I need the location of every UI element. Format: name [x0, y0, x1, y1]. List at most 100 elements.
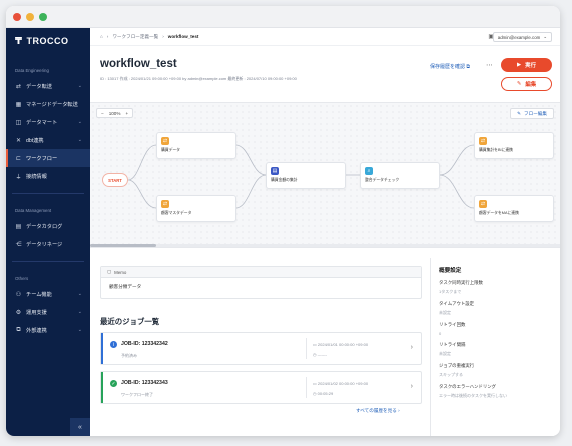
setting-item: タスクのエラーハンドリング エラー時は後続のタスクを実行しない: [439, 384, 560, 399]
sidebar-item-datamart[interactable]: ◫ データマート ⌄: [6, 113, 90, 131]
more-options-icon[interactable]: ⋯: [486, 61, 493, 69]
sidebar-item-dbt[interactable]: ✕ dbt連携 ⌄: [6, 131, 90, 149]
chevron-down-icon: ⌄: [77, 137, 82, 143]
flow-edit-button[interactable]: ✎ フロー編集: [510, 108, 554, 119]
sidebar-item-team[interactable]: ⚇ チーム機能 ⌄: [6, 285, 90, 303]
run-button[interactable]: ▶ 実行: [501, 58, 552, 72]
canvas-scrollbar[interactable]: [90, 244, 560, 247]
transfer-task-icon: ⇄: [479, 200, 487, 208]
sidebar-item-data-lineage[interactable]: ⋲ データリネージ: [6, 235, 90, 253]
job-id: JOB-ID: 123342343: [121, 380, 168, 386]
flow-node-label: 整合データチェック: [365, 178, 400, 182]
setting-value: 未設定: [439, 351, 451, 356]
chevron-down-icon: ⌄: [77, 83, 82, 89]
zoom-in-icon[interactable]: +: [125, 111, 128, 116]
setting-item: タイムアウト設定 未設定: [439, 301, 560, 316]
flow-node[interactable]: ⇄ 顧客データをMAに連携: [474, 195, 554, 222]
start-node[interactable]: START: [102, 173, 128, 187]
sidebar-item-label: チーム機能: [26, 291, 52, 298]
info-icon: i: [110, 341, 117, 348]
memo-header: ▢ Memo: [101, 267, 421, 278]
flow-node[interactable]: ⌕ 整合データチェック: [360, 162, 440, 189]
sidebar-item-label: 外部連携: [26, 327, 47, 334]
flow-node[interactable]: ⇄ 顧客マスタデータ: [156, 195, 236, 222]
job-status: ワークフロー終了: [121, 392, 153, 397]
chevron-right-icon[interactable]: ›: [411, 383, 413, 390]
sidebar-item-label: データリネージ: [26, 241, 63, 248]
job-duration-value: 00:05:29: [317, 391, 334, 396]
setting-value: 1タスクまで: [439, 289, 462, 294]
sidebar-item-data-transfer[interactable]: ⇄ データ転送 ⌄: [6, 77, 90, 95]
breadcrumb-current: workflow_test: [167, 34, 199, 39]
setting-label: ジョブの重複実行: [439, 363, 475, 368]
flow-node[interactable]: ⇄ 購買集計をBIに連携: [474, 132, 554, 159]
sidebar-item-label: ワークフロー: [26, 155, 58, 162]
zoom-control[interactable]: − 100% +: [96, 108, 134, 118]
job-card[interactable]: i JOB-ID: 123342342 予約済み ▭ 2024/01/01 00…: [100, 332, 422, 365]
memo-title: Memo: [114, 269, 127, 275]
flow-node[interactable]: ▤ 購買金額の集計: [266, 162, 346, 189]
job-start-time: ▭ 2024/01/01 00:00:00 +09:00: [313, 342, 368, 347]
main-content: ⌂ › ワークフロー定義一覧 › workflow_test ▣ admin@e…: [90, 28, 560, 436]
memo-icon: ▢: [107, 269, 112, 274]
edit-button[interactable]: ✎ 編集: [501, 77, 552, 91]
app-window: ₸ TROCCO Data Engineering ⇄ データ転送 ⌄ ▦ マネージド…: [6, 6, 560, 436]
setting-item: リトライ間隔 未設定: [439, 342, 560, 357]
recent-jobs-title: 最近のジョブ一覧: [100, 317, 160, 326]
transfer-icon: ⇄: [15, 83, 22, 90]
check-task-icon: ⌕: [365, 167, 373, 175]
home-icon[interactable]: ⌂: [100, 34, 103, 39]
ops-icon: ⚙: [15, 309, 22, 316]
app-logo[interactable]: ₸ TROCCO: [6, 28, 90, 54]
version-history-link[interactable]: 保存履歴を確認 ⧉: [430, 63, 470, 70]
chevron-down-icon: ⌄: [77, 309, 82, 315]
flow-node[interactable]: ⇄ 購買データ: [156, 132, 236, 159]
flow-node-label: 購買集計をBIに連携: [479, 148, 513, 152]
external-icon: ⧉: [16, 326, 21, 333]
job-status-stripe: [101, 333, 103, 364]
sidebar-item-ops[interactable]: ⚙ 運用支援 ⌄: [6, 303, 90, 321]
job-status: 予約済み: [121, 353, 137, 358]
pencil-icon: ✎: [517, 110, 522, 116]
version-history-label: 保存履歴を確認: [430, 64, 466, 70]
setting-value: スキップする: [439, 372, 463, 377]
settings-panel: 概要設定 タスク同時実行上限数 1タスクまで タイムアウト設定 未設定 リトライ回数…: [430, 258, 560, 436]
flow-node-label: 顧客データをMAに連携: [479, 211, 519, 215]
breadcrumb: ⌂ › ワークフロー定義一覧 › workflow_test ▣ admin@e…: [90, 28, 560, 46]
job-status-stripe: [101, 372, 103, 403]
check-icon: ✓: [110, 380, 117, 387]
job-start-value: 2024/01/02 00:00:00 +09:00: [317, 381, 369, 386]
job-duration: ◷ 00:05:29: [313, 391, 333, 396]
workflow-canvas[interactable]: − 100% + ✎ フロー編集 START ⇄ 購買データ ⇄ 顧客マスタデータ…: [90, 102, 560, 248]
collapse-sidebar-button[interactable]: «: [70, 418, 90, 436]
sidebar-item-external[interactable]: ⧉ 外部連携 ⌄: [6, 321, 90, 339]
setting-label: タスク同時実行上限数: [439, 280, 483, 285]
user-menu[interactable]: admin@example.com ⌄: [492, 32, 552, 42]
job-card[interactable]: ✓ JOB-ID: 123342343 ワークフロー終了 ▭ 2024/01/0…: [100, 371, 422, 404]
job-id: JOB-ID: 123342342: [121, 341, 168, 347]
window-titlebar: [6, 6, 560, 28]
scrollbar-thumb[interactable]: [90, 244, 156, 247]
sidebar-item-workflow[interactable]: ⊏ ワークフロー: [6, 149, 90, 167]
job-duration: ◷ -------: [313, 352, 327, 357]
sidebar-item-data-catalog[interactable]: ▤ データカタログ: [6, 217, 90, 235]
catalog-icon: ▤: [15, 223, 22, 230]
flow-node-label: 購買金額の集計: [271, 178, 298, 182]
minimize-window-dot[interactable]: [26, 12, 34, 21]
close-window-dot[interactable]: [13, 12, 21, 21]
setting-label: リトライ間隔: [439, 342, 466, 347]
lineage-icon: ⋲: [15, 241, 22, 248]
see-all-jobs-link[interactable]: すべての履歴を見る ›: [356, 408, 400, 414]
sidebar-item-managed-transfer[interactable]: ▦ マネージドデータ転送: [6, 95, 90, 113]
run-button-label: 実行: [525, 63, 536, 69]
job-duration-value: -------: [317, 352, 327, 357]
chevron-right-icon[interactable]: ›: [411, 344, 413, 351]
settings-title: 概要設定: [439, 268, 462, 274]
sidebar-item-connections[interactable]: ⏚ 接続情報: [6, 167, 90, 185]
flow-node-label: 購買データ: [161, 148, 180, 152]
breadcrumb-workflow-list[interactable]: ワークフロー定義一覧: [112, 34, 158, 40]
zoom-out-icon[interactable]: −: [101, 111, 104, 116]
user-email: admin@example.com: [497, 34, 541, 40]
zoom-level: 100%: [108, 110, 121, 116]
maximize-window-dot[interactable]: [39, 12, 47, 21]
